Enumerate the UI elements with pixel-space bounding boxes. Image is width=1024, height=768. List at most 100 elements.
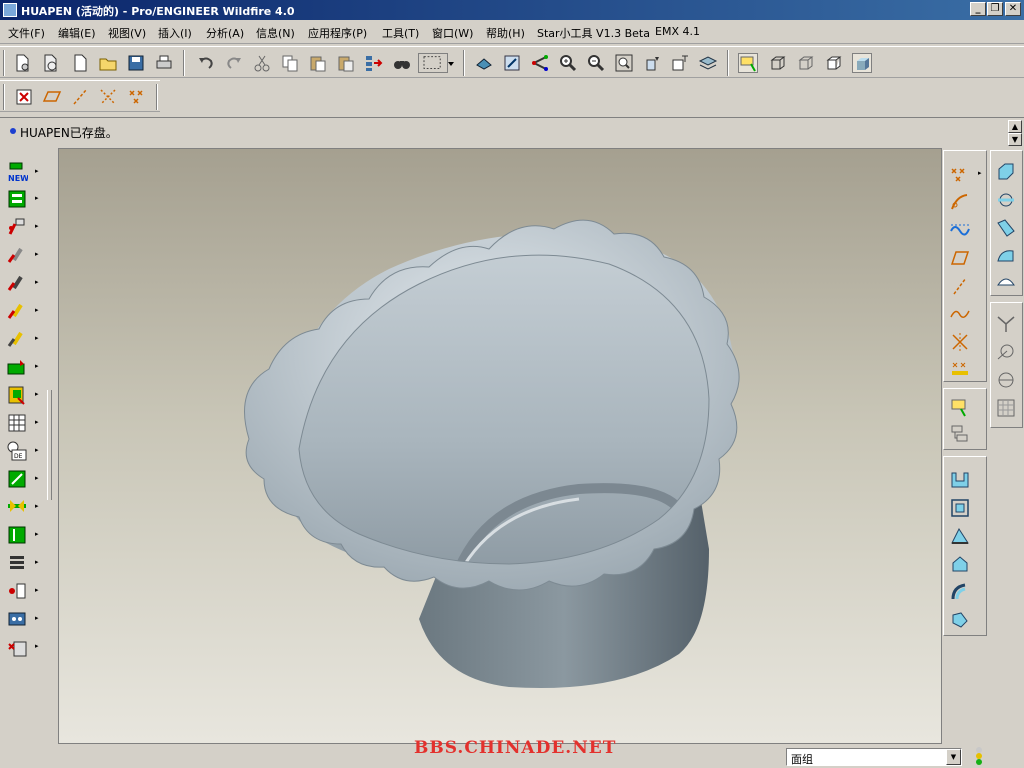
chamfer-tool-icon[interactable] bbox=[6, 496, 28, 518]
menu-insert[interactable]: 插入(I) bbox=[158, 25, 192, 41]
zoom-in-icon[interactable] bbox=[558, 53, 578, 73]
freeform-surface-icon[interactable] bbox=[995, 245, 1017, 267]
flyout-arrow-icon[interactable]: ▸ bbox=[35, 558, 39, 566]
warp-icon[interactable] bbox=[995, 397, 1017, 419]
group-tool-icon[interactable] bbox=[6, 580, 28, 602]
new-file-icon[interactable] bbox=[12, 53, 32, 73]
rib-tool-icon[interactable] bbox=[6, 412, 28, 434]
close-button[interactable]: ✕ bbox=[1005, 2, 1021, 16]
sketched-curve-tool-icon[interactable] bbox=[949, 303, 971, 325]
merge-surface-icon[interactable] bbox=[949, 469, 971, 491]
solidify-icon[interactable] bbox=[949, 553, 971, 575]
flyout-arrow-icon[interactable]: ▸ bbox=[35, 306, 39, 314]
close-window-icon[interactable] bbox=[14, 87, 34, 107]
message-scroll-up[interactable]: ▲ bbox=[1008, 120, 1022, 133]
csys-display-icon[interactable] bbox=[126, 87, 146, 107]
flyout-arrow-icon[interactable]: ▸ bbox=[35, 334, 39, 342]
shell-tool-icon[interactable] bbox=[6, 384, 28, 406]
flyout-arrow-icon[interactable]: ▸ bbox=[35, 530, 39, 538]
menu-tools[interactable]: 工具(T) bbox=[382, 25, 419, 41]
flyout-arrow-icon[interactable]: ▸ bbox=[35, 418, 39, 426]
undo-icon[interactable] bbox=[196, 53, 216, 73]
spinal-bend-icon[interactable] bbox=[995, 341, 1017, 363]
paste-special-icon[interactable] bbox=[336, 53, 356, 73]
menu-file[interactable]: 文件(F) bbox=[8, 25, 45, 41]
thicken-surface-icon[interactable] bbox=[949, 525, 971, 547]
refit-icon[interactable] bbox=[614, 53, 634, 73]
hole-tool-icon[interactable] bbox=[6, 356, 28, 378]
flyout-arrow-icon[interactable]: ▸ bbox=[35, 390, 39, 398]
wireframe-icon[interactable] bbox=[768, 53, 788, 73]
datum-plane-display-icon[interactable] bbox=[42, 87, 62, 107]
menu-view[interactable]: 视图(V) bbox=[108, 25, 146, 41]
pattern-tool-icon[interactable] bbox=[6, 552, 28, 574]
redo-icon[interactable] bbox=[224, 53, 244, 73]
datum-point-display-icon[interactable] bbox=[98, 87, 118, 107]
sweep-tool-icon[interactable] bbox=[6, 272, 28, 294]
feature-table-icon[interactable] bbox=[6, 188, 28, 210]
message-scroll-down[interactable]: ▼ bbox=[1008, 133, 1022, 146]
blend-tool-icon[interactable] bbox=[6, 300, 28, 322]
extend-surface-icon[interactable] bbox=[949, 581, 971, 603]
flyout-arrow-icon[interactable]: ▸ bbox=[35, 167, 39, 175]
flyout-arrow-icon[interactable]: ▸ bbox=[35, 362, 39, 370]
blank-file-icon[interactable] bbox=[70, 53, 90, 73]
spin-center-icon[interactable] bbox=[474, 53, 494, 73]
minimize-button[interactable]: _ bbox=[970, 2, 986, 16]
menu-window[interactable]: 窗口(W) bbox=[432, 25, 473, 41]
sketch-tool-icon[interactable] bbox=[6, 328, 28, 350]
datum-plane-tool-icon[interactable] bbox=[949, 247, 971, 269]
zoom-out-icon[interactable] bbox=[586, 53, 606, 73]
flowerpot-model-icon[interactable] bbox=[59, 149, 942, 744]
flyout-arrow-icon[interactable]: ▸ bbox=[35, 278, 39, 286]
menu-info[interactable]: 信息(N) bbox=[256, 25, 295, 41]
panel-splitter[interactable] bbox=[47, 390, 52, 500]
flyout-arrow-icon[interactable]: ▸ bbox=[35, 614, 39, 622]
mirror-tool-icon[interactable] bbox=[6, 524, 28, 546]
csys-tool-icon[interactable] bbox=[949, 331, 971, 353]
reorient-icon[interactable] bbox=[642, 53, 662, 73]
selection-filter-select[interactable]: 面组 ▼ bbox=[786, 748, 962, 766]
menu-emx[interactable]: EMX 4.1 bbox=[655, 25, 700, 38]
folder-open-icon[interactable] bbox=[98, 53, 118, 73]
hidden-line-icon[interactable] bbox=[796, 53, 816, 73]
split-icon[interactable] bbox=[995, 313, 1017, 335]
regenerate-icon[interactable] bbox=[364, 53, 384, 73]
draft-tool-icon[interactable]: DE bbox=[6, 440, 28, 462]
open-file-icon[interactable] bbox=[40, 53, 60, 73]
trim-tool-icon[interactable] bbox=[6, 636, 28, 658]
menu-analysis[interactable]: 分析(A) bbox=[206, 25, 244, 41]
extrude-tool-icon[interactable] bbox=[6, 216, 28, 238]
save-icon[interactable] bbox=[126, 53, 146, 73]
orient-icon[interactable] bbox=[530, 53, 550, 73]
flyout-arrow-icon[interactable]: ▸ bbox=[35, 250, 39, 258]
feature-tree-icon[interactable] bbox=[949, 423, 971, 445]
datum-display-icon[interactable] bbox=[738, 53, 758, 73]
chevron-down-icon[interactable]: ▼ bbox=[946, 749, 961, 765]
menu-applications[interactable]: 应用程序(P) bbox=[308, 25, 367, 41]
menu-help[interactable]: 帮助(H) bbox=[486, 25, 525, 41]
boundary-blend-icon[interactable] bbox=[995, 161, 1017, 183]
round-tool-icon[interactable] bbox=[6, 468, 28, 490]
datum-curve-wave-icon[interactable] bbox=[949, 219, 971, 241]
flyout-arrow-icon[interactable]: ▸ bbox=[35, 642, 39, 650]
new-feature-icon[interactable]: NEW bbox=[6, 161, 28, 183]
datum-point-tool-icon[interactable] bbox=[949, 163, 971, 185]
graphics-window[interactable] bbox=[58, 148, 942, 744]
flyout-arrow-icon[interactable]: ▸ bbox=[35, 474, 39, 482]
trim-surface-icon[interactable] bbox=[949, 609, 971, 631]
offset-surface-icon[interactable] bbox=[949, 497, 971, 519]
app-icon[interactable] bbox=[3, 3, 17, 17]
shading-icon[interactable] bbox=[852, 53, 872, 73]
cut-icon[interactable] bbox=[252, 53, 272, 73]
no-hidden-icon[interactable] bbox=[824, 53, 844, 73]
variable-section-sweep-icon[interactable] bbox=[995, 189, 1017, 211]
named-view-icon[interactable] bbox=[670, 53, 690, 73]
layer-icon[interactable] bbox=[698, 53, 718, 73]
menu-edit[interactable]: 编辑(E) bbox=[58, 25, 96, 41]
print-icon[interactable] bbox=[154, 53, 174, 73]
merge-tool-icon[interactable] bbox=[6, 608, 28, 630]
repaint-icon[interactable] bbox=[502, 53, 522, 73]
datum-curve-tool-icon[interactable] bbox=[949, 191, 971, 213]
paste-icon[interactable] bbox=[308, 53, 328, 73]
